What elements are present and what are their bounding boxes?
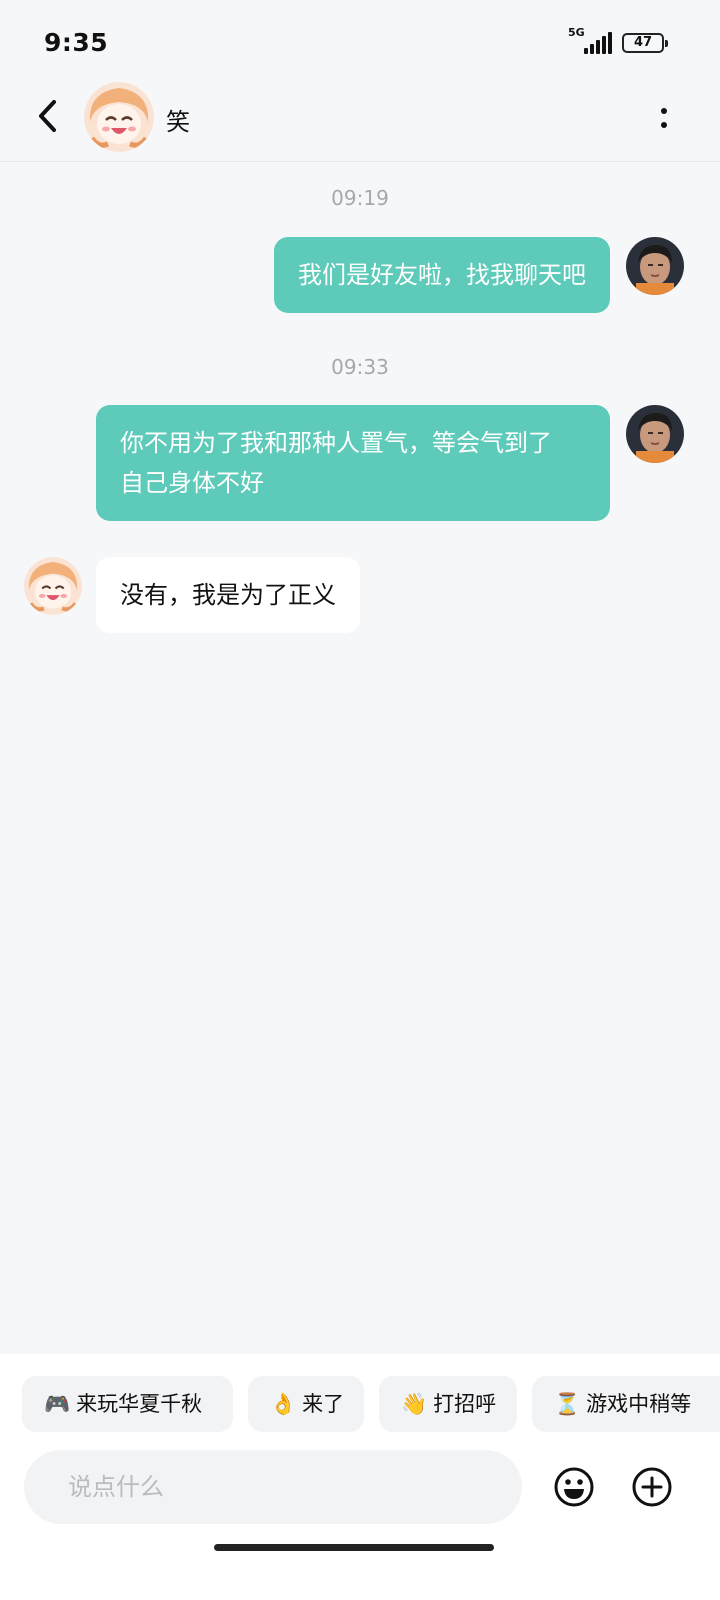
message-timestamp: 09:19 <box>331 186 389 210</box>
gamepad-icon: 🎮 <box>44 1392 71 1416</box>
message-bubble-incoming[interactable]: 没有，我是为了正义 <box>96 557 360 633</box>
quick-reply-chip[interactable]: 🎮 来玩华夏千秋 <box>22 1376 233 1432</box>
my-avatar[interactable] <box>626 237 684 295</box>
home-indicator[interactable] <box>214 1544 494 1551</box>
chat-header: 笑 <box>0 78 720 162</box>
smiley-icon <box>554 1467 594 1507</box>
contact-name: 笑 <box>166 108 190 136</box>
contact-avatar[interactable] <box>84 82 154 152</box>
quick-reply-chip[interactable]: ⏳ 游戏中稍等 <box>532 1376 720 1432</box>
my-avatar[interactable] <box>626 405 684 463</box>
status-time: 9:35 <box>44 28 109 57</box>
quick-reply-label: 来了 <box>302 1392 345 1416</box>
emoji-button[interactable] <box>553 1466 595 1508</box>
quick-reply-chip[interactable]: 👌 来了 <box>248 1376 364 1432</box>
quick-reply-chip[interactable]: 👋 打招呼 <box>379 1376 517 1432</box>
message-bubble-outgoing[interactable]: 你不用为了我和那种人置气，等会气到了 自己身体不好 <box>96 405 610 521</box>
contact-avatar[interactable] <box>24 557 82 615</box>
quick-reply-label: 来玩华夏千秋 <box>76 1392 203 1416</box>
message-input[interactable] <box>24 1450 522 1524</box>
hourglass-icon: ⏳ <box>554 1392 581 1416</box>
composer-panel: 🎮 来玩华夏千秋 👌 来了 👋 打招呼 ⏳ 游戏中稍等 <box>0 1354 720 1600</box>
more-vertical-icon <box>661 108 667 114</box>
quick-reply-label: 打招呼 <box>433 1392 497 1416</box>
plus-circle-icon <box>632 1467 672 1507</box>
network-type: 5G <box>568 26 585 39</box>
signal-icon: 5G <box>568 26 612 56</box>
battery-icon: 47 <box>622 33 668 53</box>
message-text-line: 你不用为了我和那种人置气，等会气到了 <box>120 429 552 457</box>
status-icons: 5G 47 <box>568 26 668 56</box>
back-button[interactable] <box>30 96 66 136</box>
quick-reply-label: 游戏中稍等 <box>586 1392 692 1416</box>
ok-hand-icon: 👌 <box>270 1392 297 1416</box>
message-bubble-outgoing[interactable]: 我们是好友啦，找我聊天吧 <box>274 237 610 313</box>
message-timestamp: 09:33 <box>331 355 389 379</box>
more-options-button[interactable] <box>652 100 676 136</box>
message-text-line: 自己身体不好 <box>120 469 264 497</box>
waving-hand-icon: 👋 <box>401 1392 428 1416</box>
plus-button[interactable] <box>631 1466 673 1508</box>
status-bar: 9:35 5G 47 <box>0 0 720 84</box>
chevron-left-icon <box>39 100 56 132</box>
